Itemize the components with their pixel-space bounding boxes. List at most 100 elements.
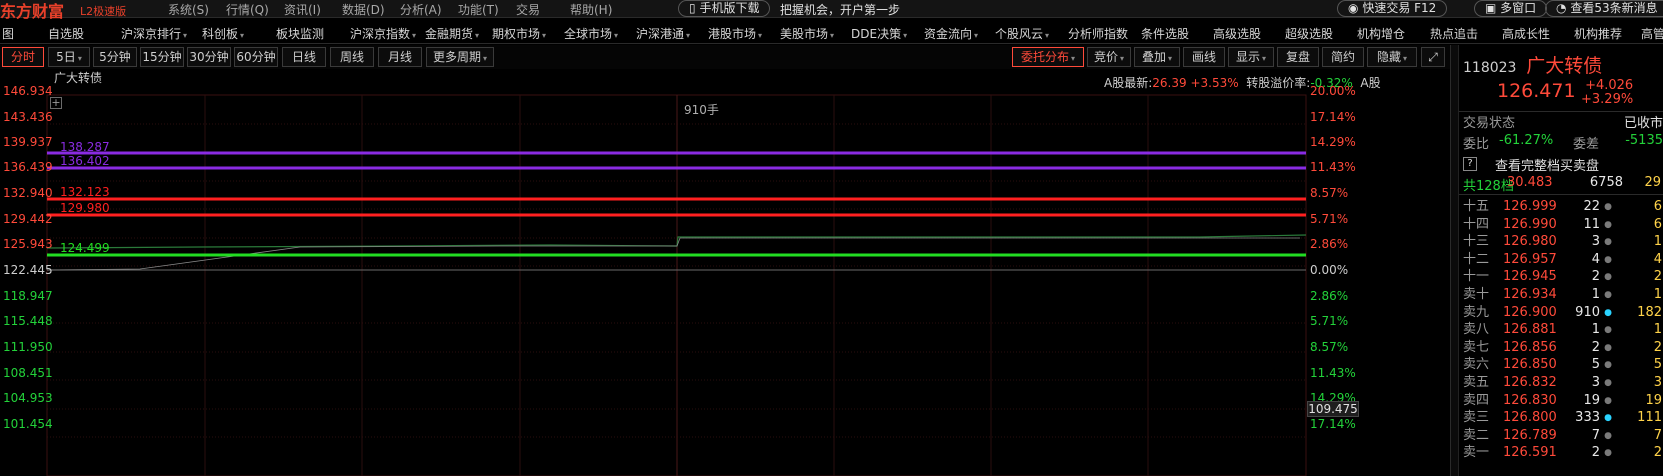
orderbook-row[interactable]: 十五 126.999 22 ● 6 (1463, 198, 1663, 216)
multi-window-button[interactable]: ▣ 多窗口 (1474, 0, 1548, 17)
chevron-down-icon: ▾ (77, 54, 82, 63)
slogan-link[interactable]: 把握机会，开户第一步 (780, 1, 900, 18)
chevron-down-icon: ▾ (1403, 54, 1408, 63)
nav-item-stock-news[interactable]: 个股风云 ▾ (995, 25, 1049, 42)
nav-item-hotspot[interactable]: 热点追击 (1430, 25, 1478, 42)
period-60min[interactable]: 60分钟 (234, 47, 278, 67)
menu-news[interactable]: 资讯(I) (284, 1, 321, 18)
nav-item-inst-increase[interactable]: 机构增仓 (1357, 25, 1405, 42)
menu-analysis[interactable]: 分析(A) (400, 1, 442, 18)
fullscreen-icon[interactable]: ⤢ (1421, 47, 1445, 67)
orderbook-price: 126.832 (1503, 375, 1557, 390)
period-5min[interactable]: 5分钟 (93, 47, 137, 67)
chevron-down-icon: ▾ (412, 31, 417, 40)
menu-functions[interactable]: 功能(T) (458, 1, 499, 18)
draw-line-button[interactable]: 画线 (1183, 47, 1225, 67)
orderbook-row[interactable]: 卖六 126.850 5 ● 5 (1463, 356, 1663, 374)
price-change: +4.026 +3.29% (1581, 78, 1634, 107)
nav-item-ranking[interactable]: 沪深京排行 ▾ (121, 25, 187, 42)
orderbook-row[interactable]: 卖九 126.900 910 ● 182 (1463, 304, 1663, 322)
orderbook-row[interactable]: 卖七 126.856 2 ● 2 (1463, 339, 1663, 357)
hide-button[interactable]: 隐藏 ▾ (1367, 47, 1417, 67)
menu-trade[interactable]: 交易 (516, 1, 540, 18)
orderbook-level: 卖四 (1463, 392, 1490, 408)
y-left-label: 122.445 (3, 263, 53, 277)
period-toolbar: 分时 5日 ▾ 5分钟 15分钟 30分钟 60分钟 日线 周线 月线 更多周期 ▾… (0, 45, 1450, 69)
intraday-chart[interactable] (0, 88, 1450, 476)
orderbook-row[interactable]: 卖八 126.881 1 ● 1 (1463, 321, 1663, 339)
full-book-row[interactable]: ? 查看完整档买卖盘 (1463, 155, 1663, 174)
orderbook-row[interactable]: 卖一 126.591 2 ● 2 (1463, 444, 1663, 462)
nav-item-chart[interactable]: 图 (2, 25, 14, 42)
chevron-down-icon: ▾ (183, 31, 188, 40)
messages-button[interactable]: ◔ 查看53条新消息 ✕ (1545, 0, 1663, 17)
orderbook-row[interactable]: 卖三 126.800 333 ● 111 (1463, 409, 1663, 427)
mobile-download-button[interactable]: ▯ 手机版下载 (678, 0, 771, 17)
replay-button[interactable]: 复盘 (1277, 47, 1319, 67)
period-monthly[interactable]: 月线 (378, 47, 422, 67)
nav-item-super-screen[interactable]: 超级选股 (1285, 25, 1333, 42)
orderbook-row[interactable]: 卖四 126.830 19 ● 19 (1463, 392, 1663, 410)
period-more[interactable]: 更多周期 ▾ (426, 47, 494, 67)
display-button[interactable]: 显示 ▾ (1228, 47, 1274, 67)
nav-item-advanced-screen[interactable]: 高级选股 (1213, 25, 1261, 42)
orderbook-row[interactable]: 十四 126.990 11 ● 6 (1463, 216, 1663, 234)
nav-item-hk[interactable]: 港股市场 ▾ (708, 25, 762, 42)
nav-item-executives[interactable]: 高管 (1641, 25, 1663, 42)
nav-item-star-market[interactable]: 科创板 ▾ (202, 25, 244, 42)
nav-item-inst-recommend[interactable]: 机构推荐 (1574, 25, 1622, 42)
period-daily[interactable]: 日线 (282, 47, 326, 67)
menu-help[interactable]: 帮助(H) (570, 1, 612, 18)
order-dot-icon: ● (1604, 395, 1612, 406)
chevron-down-icon: ▾ (1071, 54, 1076, 63)
overlay-button[interactable]: 叠加 ▾ (1134, 47, 1180, 67)
nav-item-us[interactable]: 美股市场 ▾ (780, 25, 834, 42)
chevron-down-icon: ▾ (1262, 54, 1267, 63)
y-left-label: 115.448 (3, 314, 53, 328)
help-icon[interactable]: ? (1463, 157, 1477, 171)
orderbook-row[interactable]: 卖二 126.789 7 ● 7 (1463, 427, 1663, 445)
nav-item-financial-futures[interactable]: 金融期货 ▾ (425, 25, 479, 42)
orderbook-row[interactable]: 卖十 126.934 1 ● 1 (1463, 286, 1663, 304)
y-right-label: 2.86% (1310, 289, 1349, 303)
y-right-label: 5.71% (1310, 314, 1349, 328)
period-weekly[interactable]: 周线 (330, 47, 374, 67)
order-dot-icon: ● (1604, 272, 1612, 283)
period-30min[interactable]: 30分钟 (187, 47, 231, 67)
add-indicator-icon[interactable]: + (50, 97, 62, 109)
quick-trade-button[interactable]: ◉ 快速交易 F12 (1337, 0, 1448, 17)
menu-system[interactable]: 系统(S) (168, 1, 209, 18)
nav-item-dde[interactable]: DDE决策 ▾ (851, 25, 907, 42)
y-left-label: 108.451 (3, 366, 53, 380)
menu-data[interactable]: 数据(D) (342, 1, 385, 18)
nav-item-analyst-index[interactable]: 分析师指数 (1068, 25, 1128, 42)
simple-mode-button[interactable]: 简约 (1322, 47, 1364, 67)
order-distribution-button[interactable]: 委托分布 ▾ (1012, 47, 1084, 67)
orderbook-row[interactable]: 十一 126.945 2 ● 2 (1463, 268, 1663, 286)
nav-item-capital-flow[interactable]: 资金流向 ▾ (924, 25, 978, 42)
nav-item-sector-monitor[interactable]: 板块监测 (276, 25, 324, 42)
orderbook-row[interactable]: 十三 126.980 3 ● 1 (1463, 233, 1663, 251)
nav-item-connect[interactable]: 沪深港通 ▾ (636, 25, 690, 42)
orderbook-row[interactable]: 十二 126.957 4 ● 4 (1463, 251, 1663, 269)
nav-item-condition-screen[interactable]: 条件选股 (1141, 25, 1189, 42)
period-15min[interactable]: 15分钟 (140, 47, 184, 67)
period-intraday[interactable]: 分时 (2, 47, 44, 67)
nav-item-options[interactable]: 期权市场 ▾ (492, 25, 546, 42)
order-dot-icon: ● (1604, 219, 1612, 230)
nav-item-high-growth[interactable]: 高成长性 (1502, 25, 1550, 42)
orderbook-price: 126.850 (1503, 357, 1557, 373)
orderbook-price: 126.856 (1503, 339, 1557, 355)
menu-quotes[interactable]: 行情(Q) (226, 1, 269, 18)
orderbook-price: 126.957 (1503, 251, 1557, 267)
order-dot-icon: ● (1604, 307, 1612, 318)
period-5day[interactable]: 5日 ▾ (48, 47, 90, 67)
nav-item-indices[interactable]: 沪深京指数 ▾ (350, 25, 416, 42)
panel-scrollbar[interactable] (1451, 45, 1459, 476)
orderbook-row[interactable]: 卖五 126.832 3 ● 3 (1463, 374, 1663, 392)
nav-item-global[interactable]: 全球市场 ▾ (564, 25, 618, 42)
orderbook-count: 2 (1653, 445, 1662, 461)
nav-item-watchlist[interactable]: 自选股 (48, 25, 84, 42)
last-price: 126.471 (1497, 80, 1576, 102)
auction-button[interactable]: 竞价 ▾ (1087, 47, 1131, 67)
